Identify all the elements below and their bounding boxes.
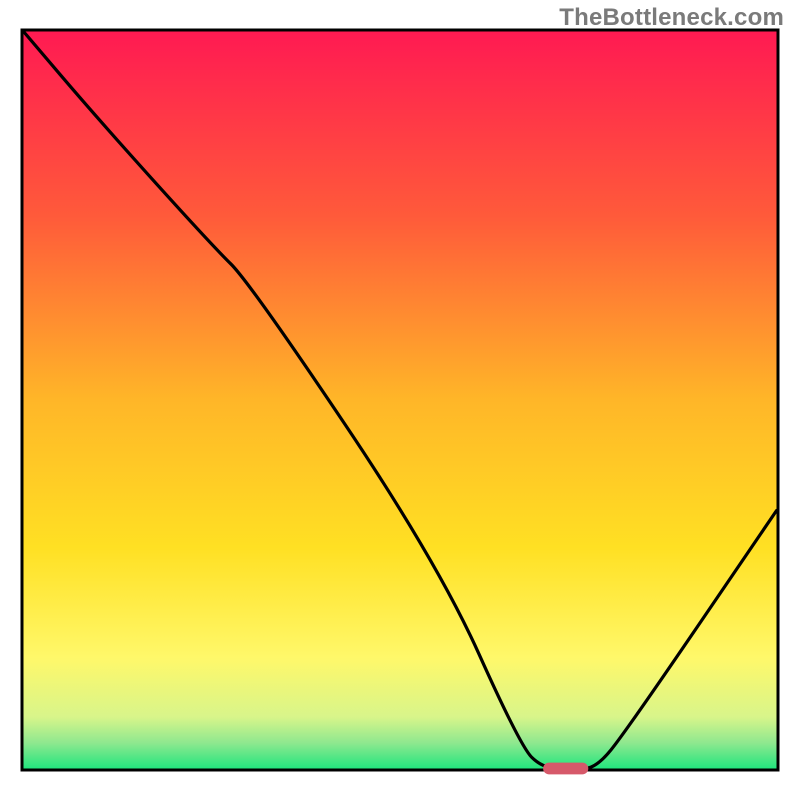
plot-background: [24, 32, 777, 769]
bottleneck-chart: [0, 0, 800, 800]
optimal-marker: [543, 763, 588, 775]
watermark-text: TheBottleneck.com: [559, 4, 784, 32]
chart-container: TheBottleneck.com: [0, 0, 800, 800]
